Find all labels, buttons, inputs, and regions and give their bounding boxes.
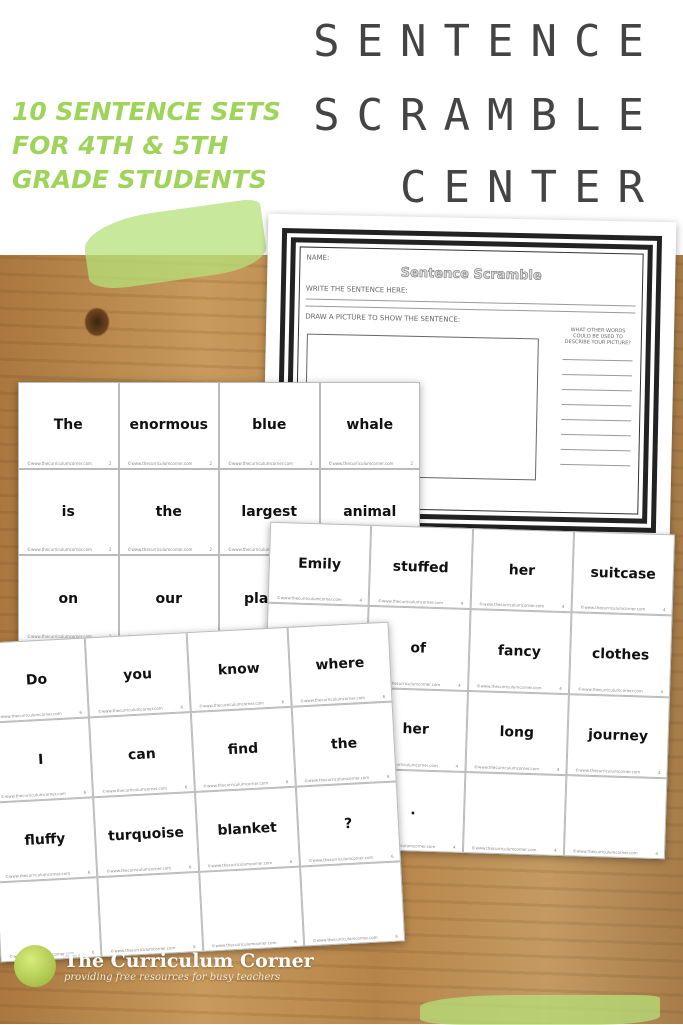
card-word: where — [315, 654, 365, 674]
card-footer: ©www.thecurriculumcorner.com4 — [471, 845, 557, 853]
card-word: suitcase — [590, 564, 657, 583]
side-label: WHAT OTHER WORDS COULD BE USED TO DESCRI… — [564, 327, 631, 347]
card-word: . — [410, 802, 416, 819]
card-footer: ©www.thecurriculumcorner.com2 — [127, 547, 213, 553]
green-brush-stroke — [420, 995, 660, 1025]
word-card[interactable]: you ©www.thecurriculumcorner.com 6 — [85, 632, 191, 718]
word-card[interactable]: Emily ©www.thecurriculumcorner.com 4 — [267, 521, 372, 607]
card-word: is — [61, 503, 75, 520]
card-word: the — [330, 735, 358, 753]
card-word: The — [53, 417, 83, 434]
word-card[interactable]: on©www.thecurriculumcorner.com2 — [18, 555, 119, 642]
word-card[interactable]: turquoise ©www.thecurriculumcorner.com 6 — [93, 792, 199, 878]
card-word: her — [402, 721, 430, 738]
word-card[interactable]: blue ©www.thecurriculumcorner.com 2 — [219, 382, 320, 469]
card-footer: ©www.thecurriculumcorner.com2 — [228, 460, 313, 466]
card-word: of — [410, 640, 427, 657]
card-footer: ©www.thecurriculumcorner.com2 — [127, 460, 213, 466]
word-card[interactable]: clothes ©www.thecurriculumcorner.com 4 — [568, 612, 673, 697]
card-word: clothes — [591, 645, 650, 664]
card-footer: ©www.thecurriculumcorner.com4 — [479, 601, 565, 610]
word-card[interactable]: Do ©www.thecurriculumcorner.com 6 — [0, 637, 90, 723]
card-word: her — [508, 561, 536, 579]
card-word: Emily — [297, 555, 342, 573]
card-word: enormous — [129, 417, 209, 434]
word-card[interactable]: fancy ©www.thecurriculumcorner.com 4 — [467, 609, 572, 694]
card-word: you — [122, 666, 153, 684]
brand-logo: The Curriculum Corner providing free reso… — [14, 945, 314, 987]
apple-icon — [14, 945, 56, 987]
card-footer: ©www.thecurriculumcorner.com6 — [312, 933, 398, 944]
page-title-line: SCRAMBLE — [313, 90, 661, 141]
card-word: turquoise — [107, 824, 185, 845]
word-card[interactable]: ©www.thecurriculumcorner.com 4 — [563, 774, 668, 860]
word-card[interactable]: fluffy ©www.thecurriculumcorner.com 6 — [0, 797, 98, 883]
card-footer: ©www.thecurriculumcorner.com4 — [575, 767, 661, 775]
card-word: journey — [587, 726, 649, 745]
word-card[interactable]: journey ©www.thecurriculumcorner.com 4 — [566, 693, 670, 779]
card-footer: ©www.thecurriculumcorner.com4 — [276, 595, 363, 603]
card-word: the — [155, 503, 182, 520]
card-word: can — [127, 745, 157, 764]
word-card[interactable]: our©www.thecurriculumcorner.com2 — [118, 555, 219, 642]
subtitle-line: FOR 4TH & 5TH — [12, 131, 229, 160]
card-word: whale — [346, 417, 394, 434]
card-word: our — [155, 590, 183, 607]
word-card[interactable]: where ©www.thecurriculumcorner.com 6 — [287, 621, 393, 707]
card-footer: ©www.thecurriculumcorner.com2 — [27, 547, 112, 553]
word-card[interactable]: The ©www.thecurriculumcorner.com 2 — [18, 382, 119, 469]
card-word: find — [227, 740, 259, 759]
word-card[interactable]: the ©www.thecurriculumcorner.com 6 — [291, 701, 397, 787]
word-card[interactable]: can ©www.thecurriculumcorner.com 6 — [89, 712, 195, 798]
page-title-line: SENTENCE — [313, 16, 661, 67]
word-card[interactable]: ©www.thecurriculumcorner.com6 — [198, 866, 304, 952]
word-card[interactable]: find ©www.thecurriculumcorner.com 6 — [190, 706, 296, 792]
word-card[interactable]: long ©www.thecurriculumcorner.com 4 — [464, 690, 569, 775]
word-card[interactable]: is ©www.thecurriculumcorner.com 2 — [18, 468, 119, 556]
word-card[interactable]: I ©www.thecurriculumcorner.com 6 — [0, 717, 94, 803]
card-word: Do — [25, 671, 48, 689]
card-footer: ©www.thecurriculumcorner.com2 — [27, 460, 112, 466]
word-card[interactable]: blanket ©www.thecurriculumcorner.com 6 — [194, 786, 300, 872]
card-footer: ©www.thecurriculumcorner.com4 — [572, 848, 659, 857]
word-card[interactable]: the ©www.thecurriculumcorner.com 2 — [118, 468, 219, 556]
write-label: WRITE THE SENTENCE HERE: — [305, 284, 408, 295]
subtitle-line: GRADE STUDENTS — [12, 165, 267, 194]
card-set: Do ©www.thecurriculumcorner.com 6 you ©www.t… — [0, 621, 406, 963]
word-card[interactable]: ©www.thecurriculumcorner.com6 — [299, 861, 406, 947]
page-title-line: CENTER — [400, 162, 661, 213]
card-word: on — [58, 590, 79, 607]
word-card[interactable]: ? ©www.thecurriculumcorner.com 6 — [295, 781, 401, 867]
subtitle: 10 SENTENCE SETS FOR 4TH & 5TH GRADE STU… — [12, 95, 281, 197]
brand-name: The Curriculum Corner — [64, 949, 314, 972]
word-card[interactable]: whale ©www.thecurriculumcorner.com 2 — [319, 382, 420, 469]
card-footer: ©www.thecurriculumcorner.com4 — [377, 598, 464, 607]
draw-label: DRAW A PICTURE TO SHOW THE SENTENCE: — [305, 312, 461, 324]
card-word: stuffed — [392, 558, 449, 576]
wood-knot — [84, 307, 110, 337]
word-card[interactable]: enormous ©www.thecurriculumcorner.com 2 — [118, 382, 219, 469]
card-word: I — [37, 751, 44, 769]
subtitle-line: 10 SENTENCE SETS — [12, 97, 281, 126]
card-footer: ©www.thecurriculumcorner.com2 — [328, 460, 414, 466]
word-card[interactable]: ©www.thecurriculumcorner.com 4 — [462, 771, 567, 857]
card-word: ? — [343, 815, 353, 833]
brand-tagline: providing free resources for busy teache… — [64, 971, 281, 983]
card-word: know — [217, 660, 261, 679]
card-footer: ©www.thecurriculumcorner.com4 — [577, 685, 664, 694]
card-word: blue — [252, 417, 287, 434]
card-footer: ©www.thecurriculumcorner.com4 — [476, 682, 562, 691]
word-card[interactable]: suitcase ©www.thecurriculumcorner.com 4 — [571, 531, 676, 616]
card-word: animal — [343, 503, 397, 520]
card-word: largest — [241, 503, 298, 520]
word-card[interactable]: stuffed ©www.thecurriculumcorner.com 4 — [368, 524, 473, 610]
card-word: blanket — [217, 819, 278, 839]
card-word: fluffy — [24, 830, 66, 849]
card-footer: ©www.thecurriculumcorner.com4 — [580, 604, 666, 613]
card-footer: ©www.thecurriculumcorner.com4 — [474, 763, 560, 772]
card-word: long — [499, 724, 535, 742]
word-card[interactable]: her ©www.thecurriculumcorner.com 4 — [470, 528, 574, 613]
card-word: fancy — [497, 642, 542, 661]
word-card[interactable]: know ©www.thecurriculumcorner.com 6 — [186, 626, 292, 713]
